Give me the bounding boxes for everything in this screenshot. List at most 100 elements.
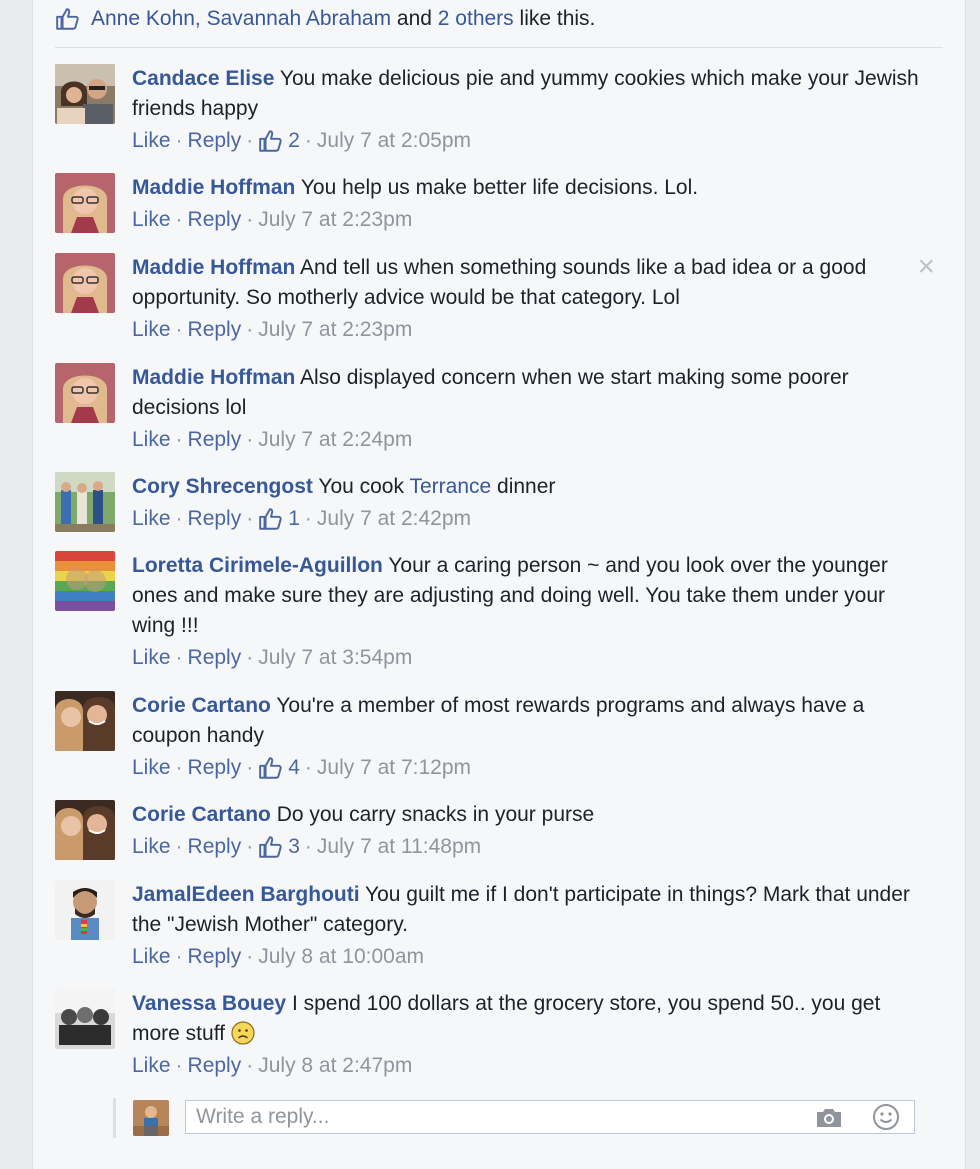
avatar[interactable]: [55, 989, 115, 1049]
comment-actions: Like · Reply · 1 · July 7 at 2:42pm: [132, 502, 932, 536]
comment-author-link[interactable]: Vanessa Bouey: [132, 992, 286, 1015]
avatar[interactable]: [55, 64, 115, 124]
like-link[interactable]: Like: [132, 313, 171, 347]
comment-author-link[interactable]: Candace Elise: [132, 67, 274, 90]
separator: ·: [246, 318, 254, 341]
comment-timestamp[interactable]: July 8 at 2:47pm: [258, 1049, 412, 1083]
comment-author-link[interactable]: Loretta Cirimele-Aguillon: [132, 554, 383, 577]
comment-text-block: Maddie Hoffman You help us make better l…: [132, 173, 932, 203]
like-link[interactable]: Like: [132, 203, 171, 237]
avatar[interactable]: [55, 800, 115, 860]
comment-author-link[interactable]: Maddie Hoffman: [132, 366, 295, 389]
reply-link[interactable]: Reply: [188, 641, 242, 675]
camera-icon[interactable]: [814, 1106, 844, 1130]
comment-text: You cook: [318, 475, 404, 498]
reply-link[interactable]: Reply: [188, 830, 242, 864]
reply-input[interactable]: Write a reply...: [185, 1100, 915, 1134]
avatar[interactable]: [55, 472, 115, 532]
comment-author-link[interactable]: Maddie Hoffman: [132, 176, 295, 199]
comment-text-block: Loretta Cirimele-Aguillon Your a caring …: [132, 551, 932, 641]
avatar[interactable]: [55, 253, 115, 313]
comment-timestamp[interactable]: July 7 at 7:12pm: [317, 751, 471, 785]
likes-summary: Anne Kohn, Savannah Abraham and 2 others…: [55, 2, 595, 36]
likes-others-link[interactable]: 2 others: [438, 7, 514, 31]
comment-text: dinner: [497, 475, 556, 498]
smiley-icon[interactable]: [872, 1103, 900, 1131]
avatar[interactable]: [55, 691, 115, 751]
comment-actions: Like · Reply · July 8 at 2:47pm: [132, 1049, 932, 1083]
separator: ·: [304, 756, 312, 779]
comment-author-link[interactable]: Corie Cartano: [132, 694, 271, 717]
reply-link[interactable]: Reply: [188, 502, 242, 536]
comment-text-block: Corie Cartano You're a member of most re…: [132, 691, 932, 751]
comment-timestamp[interactable]: July 8 at 10:00am: [258, 940, 424, 974]
separator: ·: [175, 129, 183, 152]
separator: ·: [175, 646, 183, 669]
like-link[interactable]: Like: [132, 124, 171, 158]
comment-timestamp[interactable]: July 7 at 2:24pm: [258, 423, 412, 457]
separator: ·: [246, 835, 254, 858]
comment-text-block: Candace Elise You make delicious pie and…: [132, 64, 932, 124]
reply-link[interactable]: Reply: [188, 203, 242, 237]
like-count-value: 4: [288, 756, 300, 779]
separator: ·: [304, 507, 312, 530]
avatar[interactable]: [55, 551, 115, 611]
like-link[interactable]: Like: [132, 502, 171, 536]
likes-and-text: and: [396, 7, 432, 30]
comment-actions: Like · Reply · 4 · July 7 at 7:12pm: [132, 751, 932, 785]
separator: ·: [246, 208, 254, 231]
comment-timestamp[interactable]: July 7 at 2:23pm: [258, 313, 412, 347]
like-link[interactable]: Like: [132, 641, 171, 675]
separator: ·: [175, 1054, 183, 1077]
reply-link[interactable]: Reply: [188, 423, 242, 457]
avatar[interactable]: [55, 173, 115, 233]
reply-link[interactable]: Reply: [188, 313, 242, 347]
comment-actions: Like · Reply · July 8 at 10:00am: [132, 940, 932, 974]
like-count[interactable]: 2: [258, 124, 300, 158]
like-link[interactable]: Like: [132, 940, 171, 974]
comment-author-link[interactable]: JamalEdeen Barghouti: [132, 883, 360, 906]
avatar[interactable]: [55, 363, 115, 423]
thumbs-up-icon: [259, 508, 282, 530]
like-count[interactable]: 1: [258, 502, 300, 536]
comment-text-block: Maddie Hoffman Also displayed concern wh…: [132, 363, 932, 423]
like-link[interactable]: Like: [132, 1049, 171, 1083]
comment-timestamp[interactable]: July 7 at 3:54pm: [258, 641, 412, 675]
separator: ·: [246, 646, 254, 669]
like-link[interactable]: Like: [132, 830, 171, 864]
separator: ·: [175, 428, 183, 451]
avatar[interactable]: [55, 880, 115, 940]
comment-timestamp[interactable]: July 7 at 2:05pm: [317, 124, 471, 158]
reply-link[interactable]: Reply: [188, 124, 242, 158]
mention-link[interactable]: Terrance: [409, 475, 491, 498]
comment-author-link[interactable]: Corie Cartano: [132, 803, 271, 826]
reply-link[interactable]: Reply: [188, 751, 242, 785]
comment-actions: Like · Reply · July 7 at 2:24pm: [132, 423, 932, 457]
close-icon[interactable]: ×: [917, 252, 935, 282]
comment-author-link[interactable]: Cory Shrecengost: [132, 475, 313, 498]
like-link[interactable]: Like: [132, 423, 171, 457]
separator: ·: [175, 507, 183, 530]
reply-link[interactable]: Reply: [188, 1049, 242, 1083]
current-user-avatar[interactable]: [133, 1100, 169, 1136]
separator: ·: [246, 507, 254, 530]
separator: ·: [175, 835, 183, 858]
comment-timestamp[interactable]: July 7 at 2:23pm: [258, 203, 412, 237]
reply-link[interactable]: Reply: [188, 940, 242, 974]
likers-names-link[interactable]: Anne Kohn, Savannah Abraham: [91, 7, 391, 31]
like-count[interactable]: 4: [258, 751, 300, 785]
comment-author-link[interactable]: Maddie Hoffman: [132, 256, 295, 279]
separator: ·: [175, 318, 183, 341]
reply-placeholder: Write a reply...: [196, 1105, 330, 1128]
separator: ·: [246, 129, 254, 152]
separator: ·: [246, 945, 254, 968]
likes-suffix-text: like this.: [519, 7, 596, 30]
comment-actions: Like · Reply · July 7 at 2:23pm: [132, 203, 932, 237]
comment-timestamp[interactable]: July 7 at 11:48pm: [317, 830, 481, 864]
comment-actions: Like · Reply · 2 · July 7 at 2:05pm: [132, 124, 932, 158]
like-count[interactable]: 3: [258, 830, 300, 864]
comment-text-block: Corie Cartano Do you carry snacks in you…: [132, 800, 932, 830]
comment-text: Do you carry snacks in your purse: [276, 803, 595, 826]
comment-timestamp[interactable]: July 7 at 2:42pm: [317, 502, 471, 536]
like-link[interactable]: Like: [132, 751, 171, 785]
